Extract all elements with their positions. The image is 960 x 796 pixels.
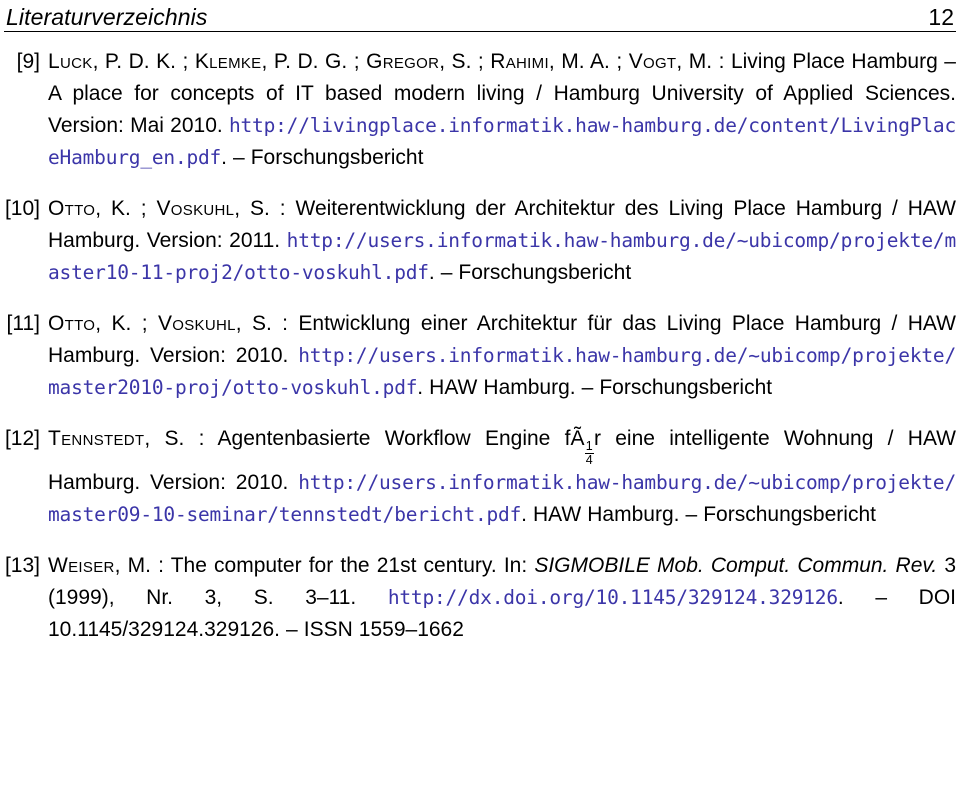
reference-text: , M. : The computer for the 21st century… [114,553,535,577]
bibliography-entry: [9] Luck, P. D. K. ; Klemke, P. D. G. ; G… [4,46,957,174]
entry-label: [11] [6,312,40,335]
reference-text: , S. : Agentenbasierte Workflow Engine f… [144,427,585,450]
fraction-glyph: 14 [584,439,594,467]
entry-text: Luck, P. D. K. ; Klemke, P. D. G. ; Greg… [48,46,956,174]
bibliography-list: [9] Luck, P. D. K. ; Klemke, P. D. G. ; G… [0,32,960,646]
fraction-numerator: 1 [585,439,593,454]
bibliography-page: Literaturverzeichnis 12 [9] Luck, P. D. K… [0,0,960,796]
bibliography-entry: [10] Otto, K. ; Voskuhl, S. : Weiterentwi… [4,193,956,289]
reference-text: , M. A. ; [548,50,629,73]
author-name: Gregor [366,50,440,73]
entry-text: Otto, K. ; Voskuhl, S. : Weiterentwicklu… [48,193,956,289]
bibliography-entry: [13] Weiser, M. : The computer for the 21… [4,550,956,646]
fraction-denominator: 4 [584,453,594,467]
reference-text: . HAW Hamburg. – Forschungsbericht [417,376,773,399]
entry-label: [13] [4,553,40,577]
reference-text: . – Forschungsbericht [428,261,632,284]
author-name: Otto [48,197,96,220]
author-name: Luck [48,50,93,73]
reference-url[interactable]: http://dx.doi.org/10.1145/329124.329126 [388,586,838,609]
journal-title: SIGMOBILE Mob. Comput. Commun. Rev. [534,553,938,577]
reference-text: , K. ; [95,197,157,220]
entry-text: Tennstedt, S. : Agentenbasierte Workflow… [48,423,956,531]
reference-text: , P. D. G. ; [261,50,367,73]
running-header: Literaturverzeichnis 12 [0,0,960,30]
reference-text: . HAW Hamburg. – Forschungsbericht [521,502,876,526]
author-name: Vogt [628,50,677,73]
entry-label: [9] [16,50,40,73]
page-number: 12 [928,4,954,30]
entry-label: [12] [4,427,40,450]
author-name: Weiser [48,553,115,577]
author-name: Rahimi [490,50,549,73]
entry-label: [10] [4,197,40,220]
page-title: Literaturverzeichnis [6,4,208,30]
reference-text: , S. ; [439,50,491,73]
reference-text: . – Forschungsbericht [221,146,424,169]
author-name: Tennstedt [48,427,145,450]
entry-text: Otto, K. ; Voskuhl, S. : Entwicklung ein… [48,308,956,404]
author-name: Klemke [194,50,262,73]
author-name: Voskuhl [156,197,235,220]
reference-text: , P. D. K. ; [92,50,195,73]
entry-text: Weiser, M. : The computer for the 21st c… [48,550,956,646]
bibliography-entry: [12] Tennstedt, S. : Agentenbasierte Work… [4,423,956,531]
reference-text: , K. ; [95,312,158,335]
author-name: Voskuhl [157,312,236,335]
author-name: Otto [48,312,96,335]
bibliography-entry: [11] Otto, K. ; Voskuhl, S. : Entwicklung… [4,308,957,404]
